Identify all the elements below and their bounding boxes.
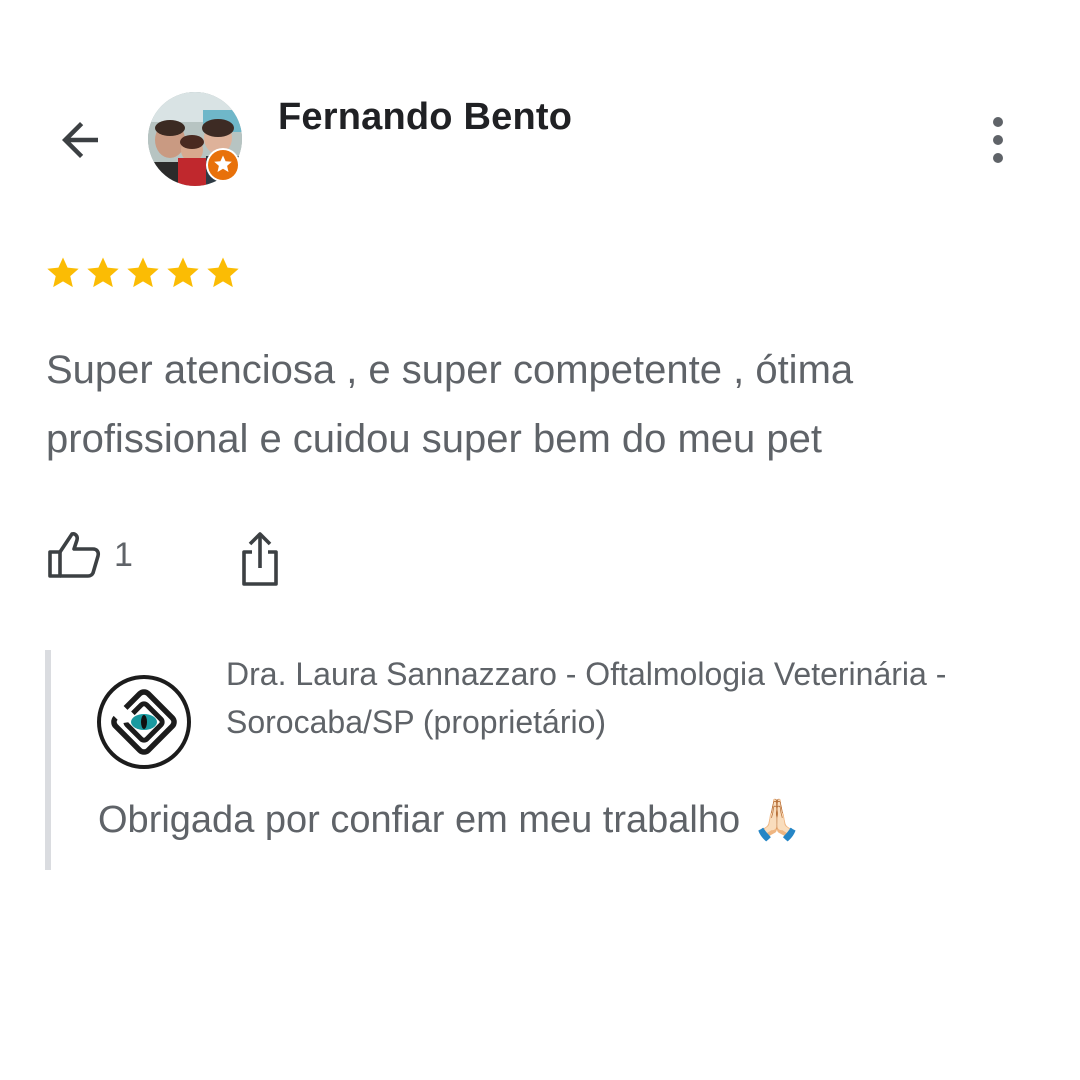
reviewer-avatar[interactable] — [148, 92, 242, 186]
star-icon — [87, 257, 119, 288]
more-vert-icon — [993, 117, 1003, 163]
review-text: Super atenciosa , e super competente , ó… — [46, 348, 854, 461]
star-icon — [207, 257, 239, 288]
share-icon — [242, 532, 278, 586]
eye-logo-icon — [97, 675, 191, 769]
more-options-button[interactable] — [978, 110, 1018, 170]
owner-reply: Obrigada por confiar em meu trabalho 🙏🏻 — [98, 796, 802, 844]
share-button[interactable] — [234, 528, 286, 590]
folded-hands-emoji: 🙏🏻 — [752, 798, 802, 842]
owner-logo[interactable] — [96, 674, 192, 770]
local-guide-star-icon — [208, 150, 238, 180]
arrow-back-icon — [62, 122, 98, 158]
thumb-up-icon — [48, 532, 101, 578]
back-button[interactable] — [50, 110, 110, 170]
star-icon — [47, 257, 79, 288]
like-button[interactable]: 1 — [46, 530, 133, 580]
star-icon — [167, 257, 199, 288]
owner-name[interactable]: Dra. Laura Sannazzaro - Oftalmologia Vet… — [226, 650, 1046, 746]
like-count: 1 — [114, 535, 133, 574]
review-page: Fernando Bento Super atenciosa , e super… — [0, 0, 1080, 1080]
reviewer-name[interactable]: Fernando Bento — [278, 96, 572, 139]
local-guide-badge — [206, 148, 240, 182]
star-rating — [44, 254, 242, 292]
owner-reply-text: Obrigada por confiar em meu trabalho — [98, 799, 741, 841]
star-icon — [127, 257, 159, 288]
reply-divider — [45, 650, 51, 870]
